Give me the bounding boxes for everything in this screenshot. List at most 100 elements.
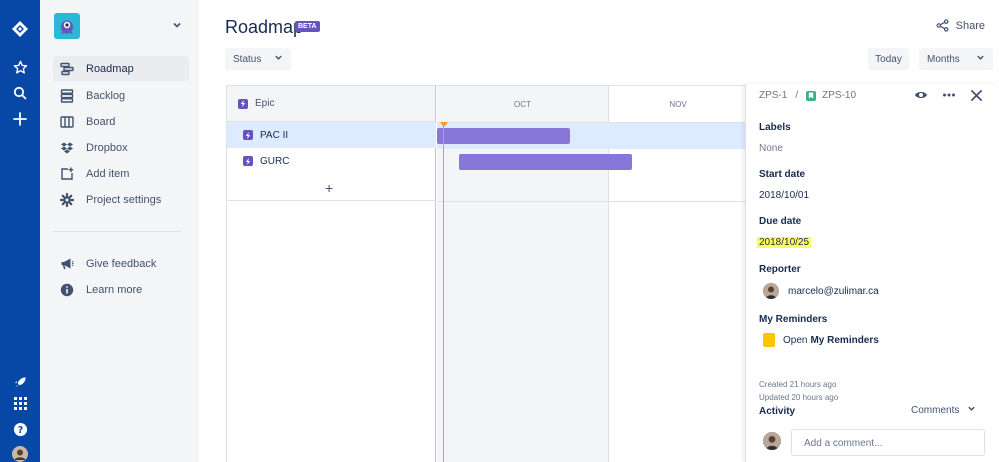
sidebar-item-dropbox[interactable]: Dropbox xyxy=(53,135,189,160)
help-icon[interactable]: ? xyxy=(10,419,30,439)
labels-value[interactable]: None xyxy=(759,143,783,154)
chevron-down-icon xyxy=(976,53,985,65)
roadmap-grid: Epic PAC II GURC + OCT NOV xyxy=(226,85,746,462)
epic-row-pac-ii[interactable]: PAC II xyxy=(227,122,436,148)
status-filter-dropdown[interactable]: Status xyxy=(225,48,291,70)
svg-text:?: ? xyxy=(17,425,22,436)
open-reminders-link[interactable]: Open My Reminders xyxy=(763,333,879,347)
chevron-down-icon[interactable] xyxy=(172,20,182,30)
board-icon xyxy=(60,115,74,129)
share-button[interactable]: Share xyxy=(936,19,985,32)
global-nav: ? xyxy=(0,0,40,462)
epic-row-gurc[interactable]: GURC xyxy=(227,148,436,174)
search-icon[interactable] xyxy=(10,83,30,103)
project-avatar[interactable] xyxy=(54,13,80,39)
activity-filter-label: Comments xyxy=(911,404,960,416)
epic-column-header: Epic xyxy=(255,98,275,109)
sidebar-item-label: Learn more xyxy=(86,283,143,296)
status-filter-label: Status xyxy=(233,53,262,65)
timescale-dropdown[interactable]: Months xyxy=(919,48,993,70)
epic-bar-gurc[interactable] xyxy=(459,154,632,170)
megaphone-icon xyxy=(60,257,74,271)
user-avatar[interactable] xyxy=(10,444,30,462)
reporter-field[interactable]: marcelo@zulimar.ca xyxy=(763,283,879,299)
due-date-field[interactable]: 2018/10/25 xyxy=(757,237,812,248)
reminders-link-label: My Reminders xyxy=(810,334,879,346)
avatar xyxy=(763,432,781,450)
reminders-open-label: Open xyxy=(783,334,808,346)
more-actions-icon[interactable] xyxy=(942,88,956,102)
epic-icon xyxy=(243,156,253,166)
breadcrumb-issue-key[interactable]: ZPS-10 xyxy=(822,90,856,101)
issue-detail-panel: ZPS-1 / ZPS-10 Labels None Start date 20… xyxy=(745,84,999,462)
share-label: Share xyxy=(955,19,985,32)
watch-eye-icon[interactable] xyxy=(914,88,928,102)
sidebar-item-add-item[interactable]: Add item xyxy=(53,161,189,186)
activity-filter-dropdown[interactable]: Comments xyxy=(911,404,976,416)
epic-name: PAC II xyxy=(260,129,289,141)
labels-title: Labels xyxy=(759,122,791,133)
roadmap-icon xyxy=(60,62,74,76)
sidebar-item-label: Give feedback xyxy=(86,257,157,270)
panel-actions xyxy=(900,88,983,102)
sidebar-item-label: Board xyxy=(86,115,116,128)
today-marker-line xyxy=(443,122,444,462)
sidebar-item-label: Project settings xyxy=(86,193,162,206)
due-date-title: Due date xyxy=(759,216,802,227)
plus-icon[interactable] xyxy=(10,109,30,129)
add-epic-button[interactable]: + xyxy=(325,180,333,196)
sidebar-item-roadmap[interactable]: Roadmap xyxy=(53,56,189,81)
start-date-title: Start date xyxy=(759,169,806,180)
add-item-icon xyxy=(60,167,74,181)
created-timestamp: Created 21 hours ago xyxy=(759,380,837,389)
breadcrumb-project-key[interactable]: ZPS-1 xyxy=(759,90,787,101)
gear-icon xyxy=(60,192,74,207)
start-date-value[interactable]: 2018/10/01 xyxy=(759,190,809,201)
sidebar-item-label: Backlog xyxy=(86,89,126,102)
epic-list: Epic PAC II GURC + xyxy=(227,86,436,462)
activity-title: Activity xyxy=(759,406,796,417)
epic-list-header: Epic xyxy=(227,86,435,122)
star-icon[interactable] xyxy=(10,57,30,77)
today-label: Today xyxy=(875,53,902,65)
avatar xyxy=(763,283,779,299)
today-button[interactable]: Today xyxy=(868,48,909,70)
add-epic-row[interactable]: + xyxy=(227,175,436,201)
beta-badge: BETA xyxy=(295,21,320,32)
sidebar-item-backlog[interactable]: Backlog xyxy=(53,83,189,108)
comment-input[interactable]: Add a comment... xyxy=(791,429,985,456)
jira-logo-icon[interactable] xyxy=(10,19,30,39)
reminder-icon xyxy=(763,333,775,347)
share-icon xyxy=(936,19,949,32)
sidebar-divider xyxy=(53,231,181,232)
epic-icon xyxy=(238,98,248,109)
due-date-value: 2018/10/25 xyxy=(757,237,812,248)
timeline-row-divider xyxy=(437,201,746,202)
month-label: OCT xyxy=(514,100,531,109)
sidebar-item-learn-more[interactable]: Learn more xyxy=(53,277,189,302)
sidebar-item-board[interactable]: Board xyxy=(53,109,189,134)
story-icon xyxy=(806,90,817,101)
sidebar-item-label: Dropbox xyxy=(86,141,128,154)
close-icon[interactable] xyxy=(970,89,983,102)
page-title: Roadmap xyxy=(225,17,304,37)
chevron-down-icon xyxy=(967,404,976,416)
sidebar-item-label: Roadmap xyxy=(86,62,134,75)
month-label: NOV xyxy=(669,100,687,109)
backlog-icon xyxy=(60,88,74,103)
breadcrumb: ZPS-1 / ZPS-10 xyxy=(759,90,856,101)
sidebar-item-project-settings[interactable]: Project settings xyxy=(53,187,189,212)
updated-timestamp: Updated 20 hours ago xyxy=(759,393,839,402)
rocket-icon[interactable] xyxy=(10,372,30,392)
chevron-down-icon xyxy=(274,53,283,65)
app-switcher-icon[interactable] xyxy=(10,393,30,413)
today-marker xyxy=(440,122,448,127)
project-sidebar: Roadmap Backlog Board Dropbox Add item P… xyxy=(40,0,199,462)
sidebar-item-give-feedback[interactable]: Give feedback xyxy=(53,251,189,276)
dropbox-icon xyxy=(60,141,74,155)
epic-bar-pac-ii[interactable] xyxy=(437,128,570,144)
breadcrumb-separator: / xyxy=(795,90,799,101)
sidebar-item-label: Add item xyxy=(86,167,130,180)
epic-name: GURC xyxy=(260,155,290,167)
reminders-title: My Reminders xyxy=(759,314,828,325)
